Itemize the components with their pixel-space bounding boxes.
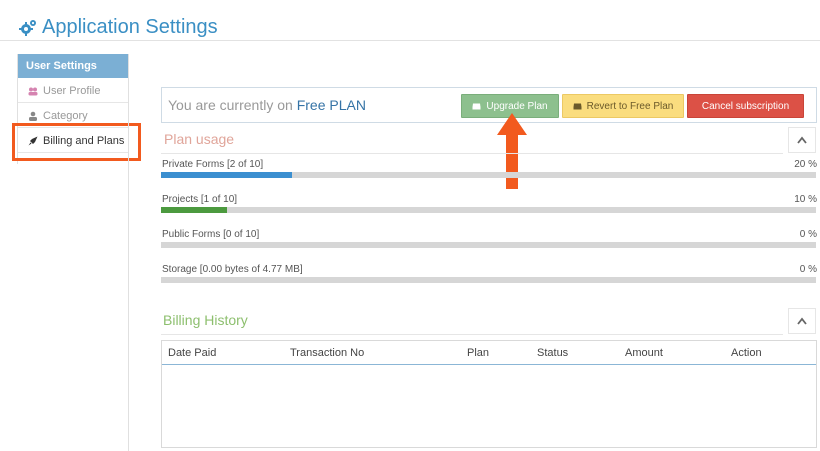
column-header-plan[interactable]: Plan [467,347,489,359]
column-header-date-paid[interactable]: Date Paid [168,347,216,359]
page-title: Application Settings [42,16,218,38]
chevron-up-icon [797,317,807,325]
plan-usage-divider [161,153,783,154]
billing-history-collapse-button[interactable] [788,308,816,334]
plan-usage-collapse-button[interactable] [788,127,816,153]
billing-history-divider [161,334,783,335]
current-plan-prefix: You are currently on [168,97,293,113]
revert-to-free-plan-button[interactable]: Revert to Free Plan [562,94,684,118]
column-header-transaction-no[interactable]: Transaction No [290,347,364,359]
usage-bar-projects [161,207,816,213]
app-title-wrap: Application Settings [18,16,218,39]
inbox-icon [573,103,582,109]
plan-usage-title: Plan usage [164,131,235,147]
upgrade-plan-label: Upgrade Plan [486,100,548,112]
usage-bar-fill [161,207,227,213]
cancel-subscription-button[interactable]: Cancel subscription [687,94,804,118]
users-icon [28,87,38,95]
sidebar-item-label: User Profile [43,84,101,97]
current-plan-text: You are currently on Free PLAN [168,97,366,113]
current-plan-name: Free PLAN [296,97,366,113]
gears-icon [19,19,36,36]
usage-bar-public-forms [161,242,816,248]
highlight-callout-box [12,123,141,161]
usage-percent-projects: 10 % [794,194,817,205]
usage-bar-storage [161,277,816,283]
sidebar-header: User Settings [18,54,128,78]
usage-percent-private-forms: 20 % [794,159,817,170]
usage-label-private-forms: Private Forms [2 of 10] [162,159,264,170]
usage-label-projects: Projects [1 of 10] [162,194,238,205]
header-divider [0,40,820,41]
usage-percent-storage: 0 % [799,264,817,275]
column-header-action[interactable]: Action [731,347,762,359]
user-icon [29,111,37,121]
sidebar-item-user-profile[interactable]: User Profile [18,79,128,103]
usage-bar-fill [161,172,292,178]
revert-to-free-plan-label: Revert to Free Plan [586,100,674,112]
chevron-up-icon [797,136,807,144]
billing-history-title: Billing History [163,312,248,328]
usage-percent-public-forms: 0 % [799,229,817,240]
inbox-icon [472,103,481,109]
sidebar-divider [128,54,129,451]
usage-label-storage: Storage [0.00 bytes of 4.77 MB] [162,264,303,275]
usage-label-public-forms: Public Forms [0 of 10] [162,229,260,240]
column-header-status[interactable]: Status [537,347,568,359]
cancel-subscription-label: Cancel subscription [701,100,790,112]
usage-bar-private-forms [161,172,816,178]
sidebar-item-label: Category [43,109,88,122]
column-header-amount[interactable]: Amount [625,347,663,359]
